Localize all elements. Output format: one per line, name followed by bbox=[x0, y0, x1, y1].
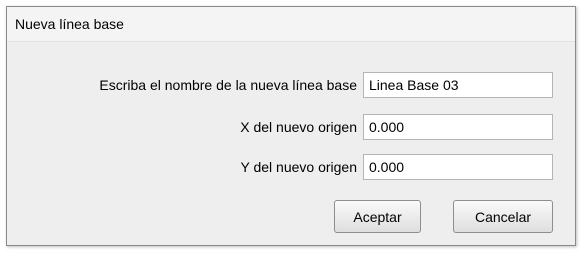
x-origin-label: X del nuevo origen bbox=[240, 119, 357, 135]
dialog-titlebar[interactable]: Nueva línea base bbox=[7, 7, 575, 42]
y-origin-row: Y del nuevo origen bbox=[7, 154, 563, 180]
dialog-title: Nueva línea base bbox=[15, 16, 124, 32]
accept-button[interactable]: Aceptar bbox=[334, 200, 421, 233]
x-origin-row: X del nuevo origen bbox=[7, 114, 563, 140]
y-origin-input[interactable] bbox=[363, 154, 553, 180]
dialog-window: Nueva línea base Escriba el nombre de la… bbox=[6, 6, 576, 246]
cancel-button[interactable]: Cancelar bbox=[453, 200, 553, 233]
name-label: Escriba el nombre de la nueva línea base bbox=[99, 77, 357, 93]
dialog-content: Escriba el nombre de la nueva línea base… bbox=[7, 42, 575, 245]
x-origin-input[interactable] bbox=[363, 114, 553, 140]
name-row: Escriba el nombre de la nueva línea base bbox=[7, 72, 563, 98]
y-origin-label: Y del nuevo origen bbox=[240, 159, 358, 175]
name-input[interactable] bbox=[363, 72, 553, 98]
